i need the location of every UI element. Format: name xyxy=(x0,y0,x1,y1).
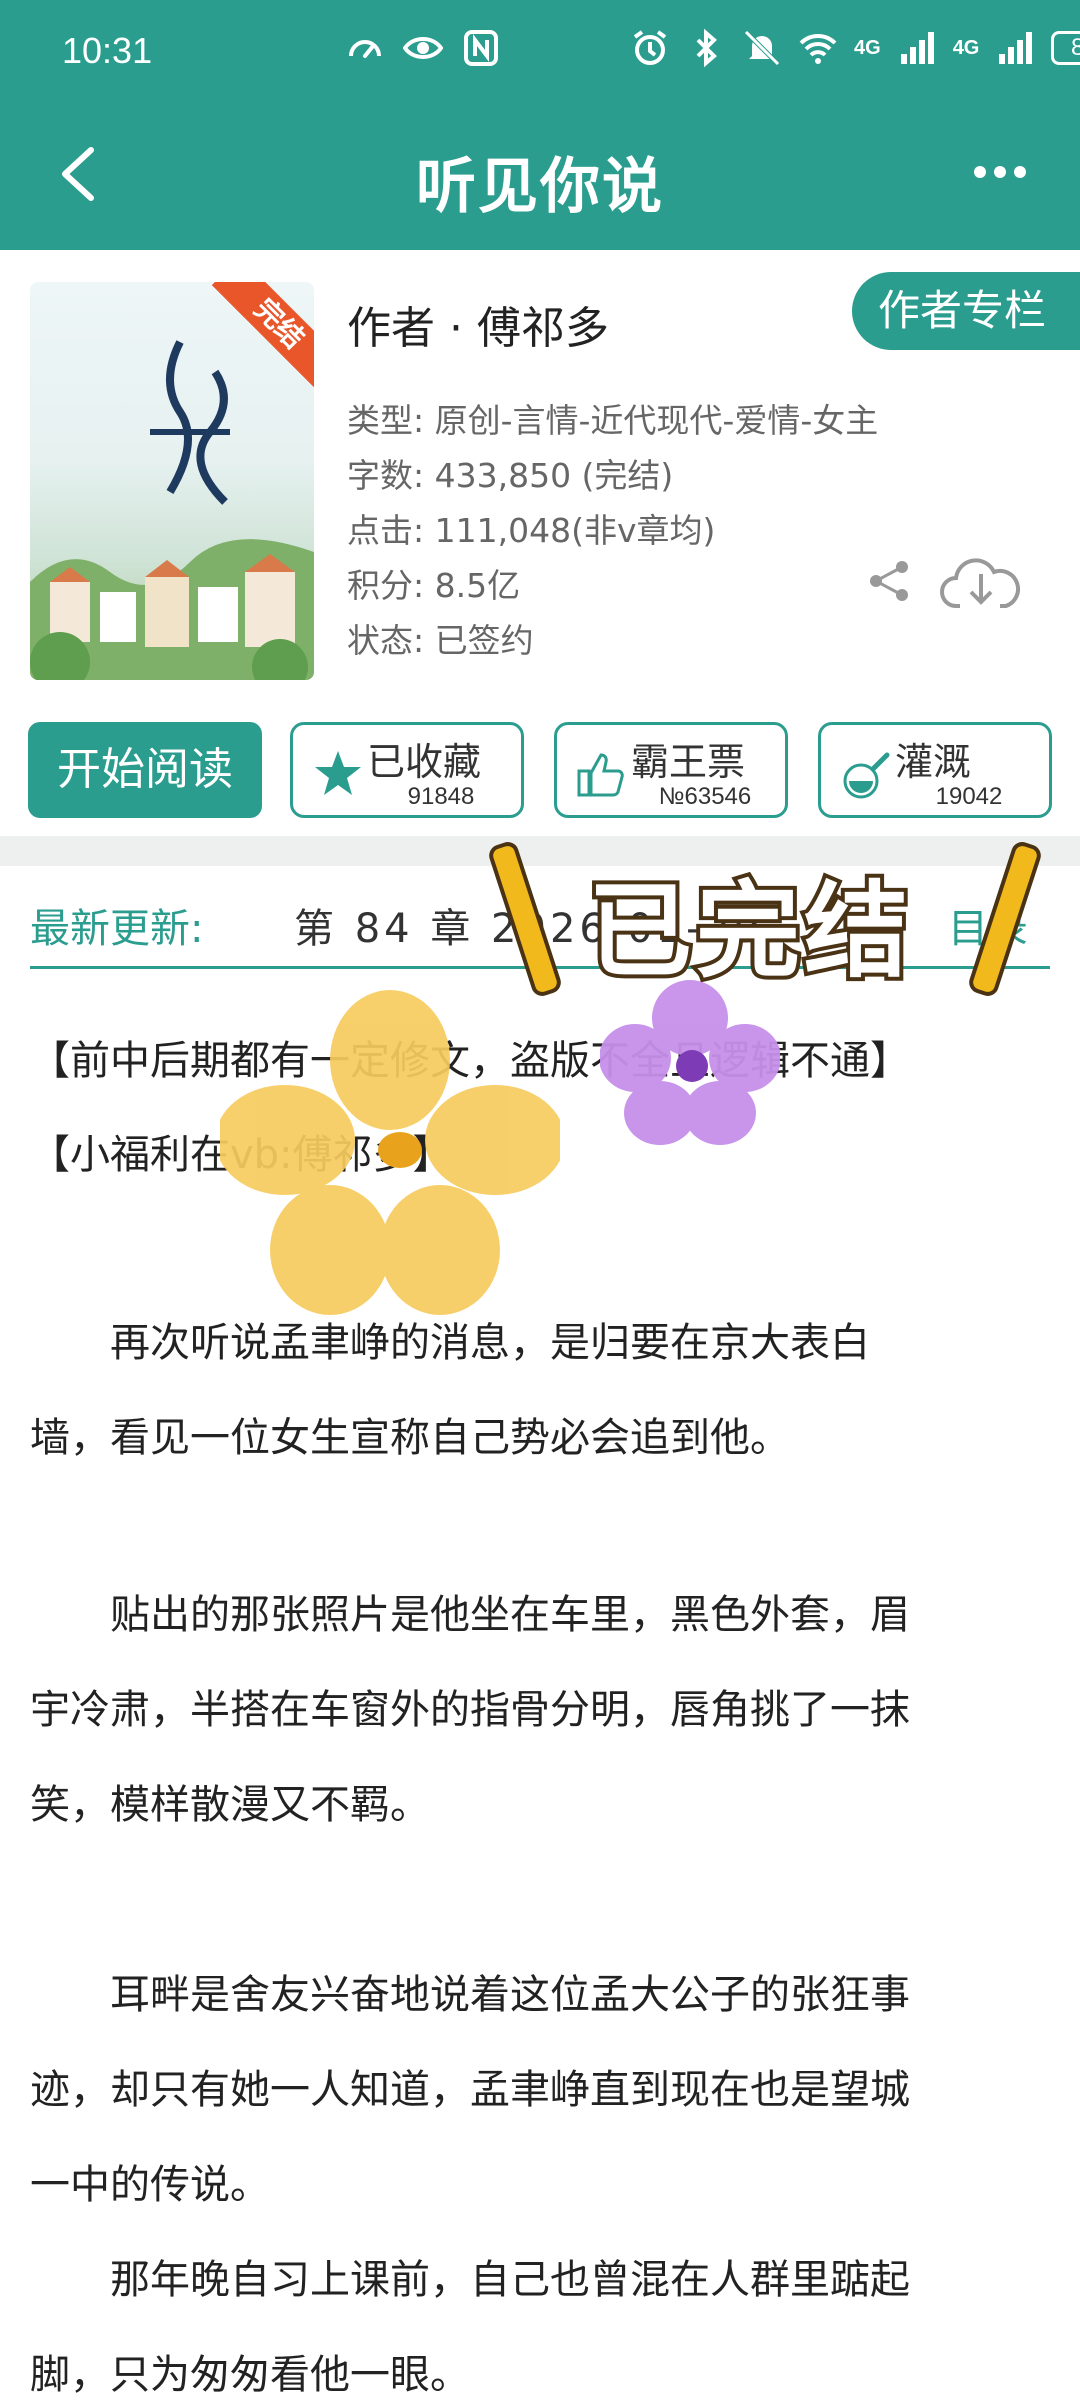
nutrient-count: 19042 xyxy=(935,783,1003,810)
content-line: 迹，却只有她一人知道，孟聿峥直到现在也是望城 xyxy=(30,2067,910,2113)
status-bar: 10:31 4G 4G 88 xyxy=(0,0,1080,100)
network-2: 4G xyxy=(952,37,980,59)
vote-label: 霸王票 xyxy=(631,740,746,784)
nutrient-button[interactable]: 灌溉 19042 xyxy=(818,722,1052,818)
favorite-count: 91848 xyxy=(407,783,475,810)
sticker-slash-right xyxy=(966,839,1044,999)
latest-update-label: 最新更新: xyxy=(30,906,204,952)
content-line: 脚，只为匆匆看他一眼。 xyxy=(30,2352,470,2398)
share-icon[interactable] xyxy=(866,558,912,604)
completed-sticker-text: 已完结 xyxy=(584,866,913,996)
app-header: 10:31 4G 4G 88 听见你说 xyxy=(0,0,1080,250)
favorite-label: 已收藏 xyxy=(367,740,482,784)
status-time: 10:31 xyxy=(62,30,153,71)
author-column-button[interactable]: 作者专栏 xyxy=(852,272,1080,350)
book-cover[interactable]: 完结 xyxy=(30,282,314,680)
wifi-icon xyxy=(799,33,837,64)
yellow-flower-sticker xyxy=(220,990,560,1315)
mute-icon xyxy=(744,30,780,66)
nutrient-label: 灌溉 xyxy=(895,740,972,784)
content-line: 墙，看见一位女生宣称自己势必会追到他。 xyxy=(30,1415,790,1461)
content-line: 耳畔是舍友兴奋地说着这位孟大公子的张狂事 xyxy=(30,1972,910,2018)
start-reading-button[interactable]: 开始阅读 xyxy=(28,722,262,818)
signal-1-icon xyxy=(900,32,934,64)
meta-word-count: 字数: 433,850 (完结) xyxy=(347,456,674,495)
star-icon xyxy=(315,751,361,795)
author-name[interactable]: 作者 · 傅祁多 xyxy=(347,292,609,356)
completed-sticker: 已完结 xyxy=(486,839,1044,1000)
page-title: 听见你说 xyxy=(416,152,664,222)
flask-icon xyxy=(843,752,890,799)
bluetooth-icon xyxy=(696,28,717,68)
network-1: 4G xyxy=(854,37,881,59)
thumbs-up-icon xyxy=(577,753,624,797)
meta-type: 类型: 原创-言情-近代现代-爱情-女主 xyxy=(347,401,879,440)
nfc-icon xyxy=(464,30,498,66)
vote-button[interactable]: 霸王票 №63546 xyxy=(554,722,788,818)
signal-2-icon xyxy=(999,32,1033,64)
eye-icon xyxy=(403,37,443,59)
meta-status: 状态: 已签约 xyxy=(347,621,534,660)
status-right-icons: 4G 4G 88 xyxy=(630,28,1080,68)
status-left-icons xyxy=(345,28,501,68)
download-cloud-icon[interactable] xyxy=(940,550,1022,612)
speedometer-icon xyxy=(349,40,381,58)
content-line: 宇冷肃，半搭在车窗外的指骨分明，唇角挑了一抹 xyxy=(30,1687,910,1733)
content-line: 那年晚自习上课前，自己也曾混在人群里踮起 xyxy=(30,2257,910,2303)
meta-clicks: 点击: 111,048(非v章均) xyxy=(347,511,716,550)
book-info-card: 完结 作者 · 傅祁多 作者专栏 类型: 原创-言情-近代现代-爱情-女主 字数… xyxy=(0,252,1080,836)
alarm-icon xyxy=(633,30,667,65)
more-options-icon[interactable] xyxy=(970,162,1030,182)
battery-indicator: 88 xyxy=(1051,31,1080,65)
title-bar: 听见你说 xyxy=(0,120,1080,230)
content-line: 一中的传说。 xyxy=(30,2162,270,2208)
favorite-button[interactable]: 已收藏 91848 xyxy=(290,722,524,818)
purple-flower-sticker xyxy=(600,980,780,1145)
content-line: 笑，模样散漫又不羁。 xyxy=(30,1782,430,1828)
meta-score: 积分: 8.5亿 xyxy=(347,566,521,605)
content-line: 贴出的那张照片是他坐在车里，黑色外套，眉 xyxy=(30,1592,910,1638)
vote-count: №63546 xyxy=(658,783,752,810)
